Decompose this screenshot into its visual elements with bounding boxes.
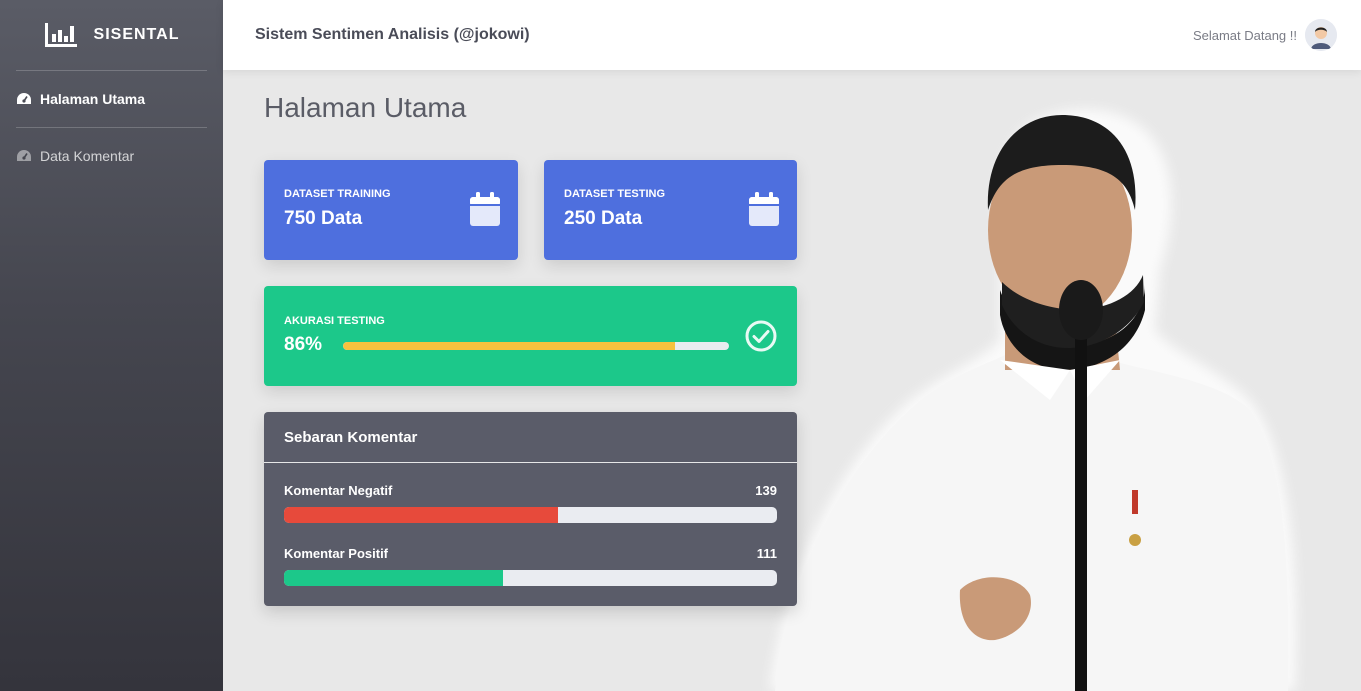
sidebar-item-halaman-utama[interactable]: Halaman Utama (0, 71, 223, 127)
sidebar-item-label: Data Komentar (40, 148, 135, 164)
page-title: Halaman Utama (264, 92, 467, 123)
positive-bar-fill (284, 570, 503, 586)
accuracy-progress-fill (343, 342, 675, 350)
card-label: DATASET TESTING (564, 188, 666, 200)
accuracy-card: AKURASI TESTING 86% (264, 286, 797, 386)
card-value: 750 Data (284, 208, 363, 229)
dataset-testing-card: DATASET TESTING 250 Data (544, 160, 797, 260)
user-menu[interactable]: Selamat Datang !! (1193, 19, 1337, 51)
positive-bar (284, 570, 777, 586)
profile-photo (770, 109, 1297, 691)
negative-label: Komentar Negatif (284, 483, 393, 498)
welcome-text: Selamat Datang !! (1192, 27, 1297, 43)
calendar-icon (470, 192, 500, 226)
app-title: Sistem Sentimen Analisis (@jokowi) (255, 26, 530, 43)
accuracy-progress-bar (343, 342, 729, 350)
sebaran-komentar-panel: Sebaran Komentar Komentar Negatif 139 Ko… (264, 412, 797, 606)
calendar-icon (749, 192, 779, 226)
positive-label: Komentar Positif (284, 546, 389, 561)
negative-bar-fill (284, 507, 559, 523)
brand-name: SISENTAL (93, 26, 180, 43)
sidebar-item-label: Halaman Utama (40, 91, 146, 107)
positive-count: 111 (756, 546, 777, 561)
dataset-training-card: DATASET TRAINING 750 Data (264, 160, 518, 260)
negative-count: 139 (755, 483, 777, 498)
sidebar-item-data-komentar[interactable]: Data Komentar (0, 128, 223, 184)
topbar: Sistem Sentimen Analisis (@jokowi) Selam… (223, 0, 1361, 70)
card-value: 250 Data (564, 208, 643, 229)
user-avatar-icon[interactable] (1305, 19, 1337, 51)
negative-bar (284, 507, 777, 523)
check-circle-icon (745, 320, 777, 352)
panel-header: Sebaran Komentar (264, 412, 797, 463)
panel-title: Sebaran Komentar (284, 428, 418, 446)
accuracy-value: 86% (284, 334, 323, 355)
card-label: AKURASI TESTING (284, 315, 385, 327)
brand[interactable]: SISENTAL (0, 0, 223, 70)
bar-chart-icon (44, 23, 77, 47)
card-label: DATASET TRAINING (284, 188, 391, 200)
tachometer-icon (17, 93, 31, 104)
tachometer-icon (17, 150, 31, 161)
sidebar: SISENTAL Halaman Utama Data Komentar (0, 0, 223, 691)
